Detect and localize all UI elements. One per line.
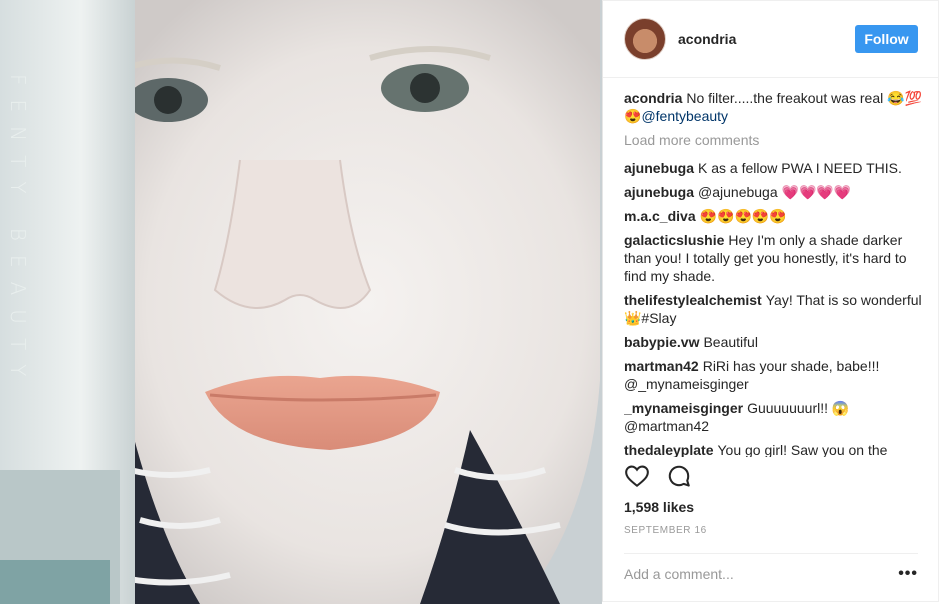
- comment-item: _mynameisginger Guuuuuuurl!! 😱 @martman42: [624, 399, 924, 435]
- add-comment-bar: •••: [624, 553, 918, 594]
- post-photo[interactable]: FENTY BEAUTY: [0, 0, 602, 604]
- post-header: acondria Follow: [603, 1, 938, 78]
- comment-item: thedaleyplate You go girl! Saw you on the: [624, 441, 924, 457]
- comment-item: m.a.c_diva 😍😍😍😍😍: [624, 207, 924, 225]
- comment-text: You go girl! Saw you on the: [717, 442, 888, 457]
- comment-username[interactable]: martman42: [624, 358, 699, 374]
- comment-username[interactable]: babypie.vw: [624, 334, 699, 350]
- comment-username[interactable]: ajunebuga: [624, 160, 694, 176]
- comment-text: Beautiful: [703, 334, 758, 350]
- comment-item: galacticslushie Hey I'm only a shade dark…: [624, 231, 924, 285]
- comment-username[interactable]: m.a.c_diva: [624, 208, 696, 224]
- comments-list[interactable]: acondria No filter.....the freakout was r…: [624, 89, 924, 457]
- caption: acondria No filter.....the freakout was r…: [624, 89, 924, 125]
- comment-item: babypie.vw Beautiful: [624, 333, 924, 351]
- speech-bubble-icon[interactable]: [666, 463, 692, 489]
- comment-item: martman42 RiRi has your shade, babe!!! @_…: [624, 357, 924, 393]
- comment-text: @ajunebuga 💗💗💗💗: [698, 184, 852, 200]
- comment-text: 😍😍😍😍😍: [699, 208, 787, 224]
- caption-username[interactable]: acondria: [624, 90, 682, 106]
- heart-icon[interactable]: [624, 463, 650, 489]
- likes-count[interactable]: 1,598 likes: [624, 499, 694, 515]
- avatar[interactable]: [624, 18, 666, 60]
- post-sidebar: acondria Follow acondria No filter.....th…: [602, 0, 939, 602]
- bottle-brand-text: FENTY BEAUTY: [6, 74, 30, 391]
- follow-button[interactable]: Follow: [855, 25, 918, 53]
- caption-mention[interactable]: @fentybeauty: [641, 108, 728, 124]
- load-more-comments-link[interactable]: Load more comments: [624, 131, 924, 149]
- instagram-post: FENTY BEAUTY acondria Follow acondria No …: [0, 0, 939, 604]
- comment-username[interactable]: thedaleyplate: [624, 442, 713, 457]
- comment-username[interactable]: _mynameisginger: [624, 400, 743, 416]
- photo-illustration: [0, 0, 602, 604]
- comment-item: thelifestylealchemist Yay! That is so won…: [624, 291, 924, 327]
- post-date: SEPTEMBER 16: [624, 525, 707, 536]
- comment-username[interactable]: thelifestylealchemist: [624, 292, 762, 308]
- comment-username[interactable]: galacticslushie: [624, 232, 724, 248]
- comment-item: ajunebuga @ajunebuga 💗💗💗💗: [624, 183, 924, 201]
- post-actions: [624, 463, 692, 489]
- add-comment-input[interactable]: [624, 566, 864, 582]
- comment-text: K as a fellow PWA I NEED THIS.: [698, 160, 902, 176]
- comment-username[interactable]: ajunebuga: [624, 184, 694, 200]
- more-options-icon[interactable]: •••: [898, 565, 918, 583]
- header-username[interactable]: acondria: [678, 31, 855, 47]
- comment-item: ajunebuga K as a fellow PWA I NEED THIS.: [624, 159, 924, 177]
